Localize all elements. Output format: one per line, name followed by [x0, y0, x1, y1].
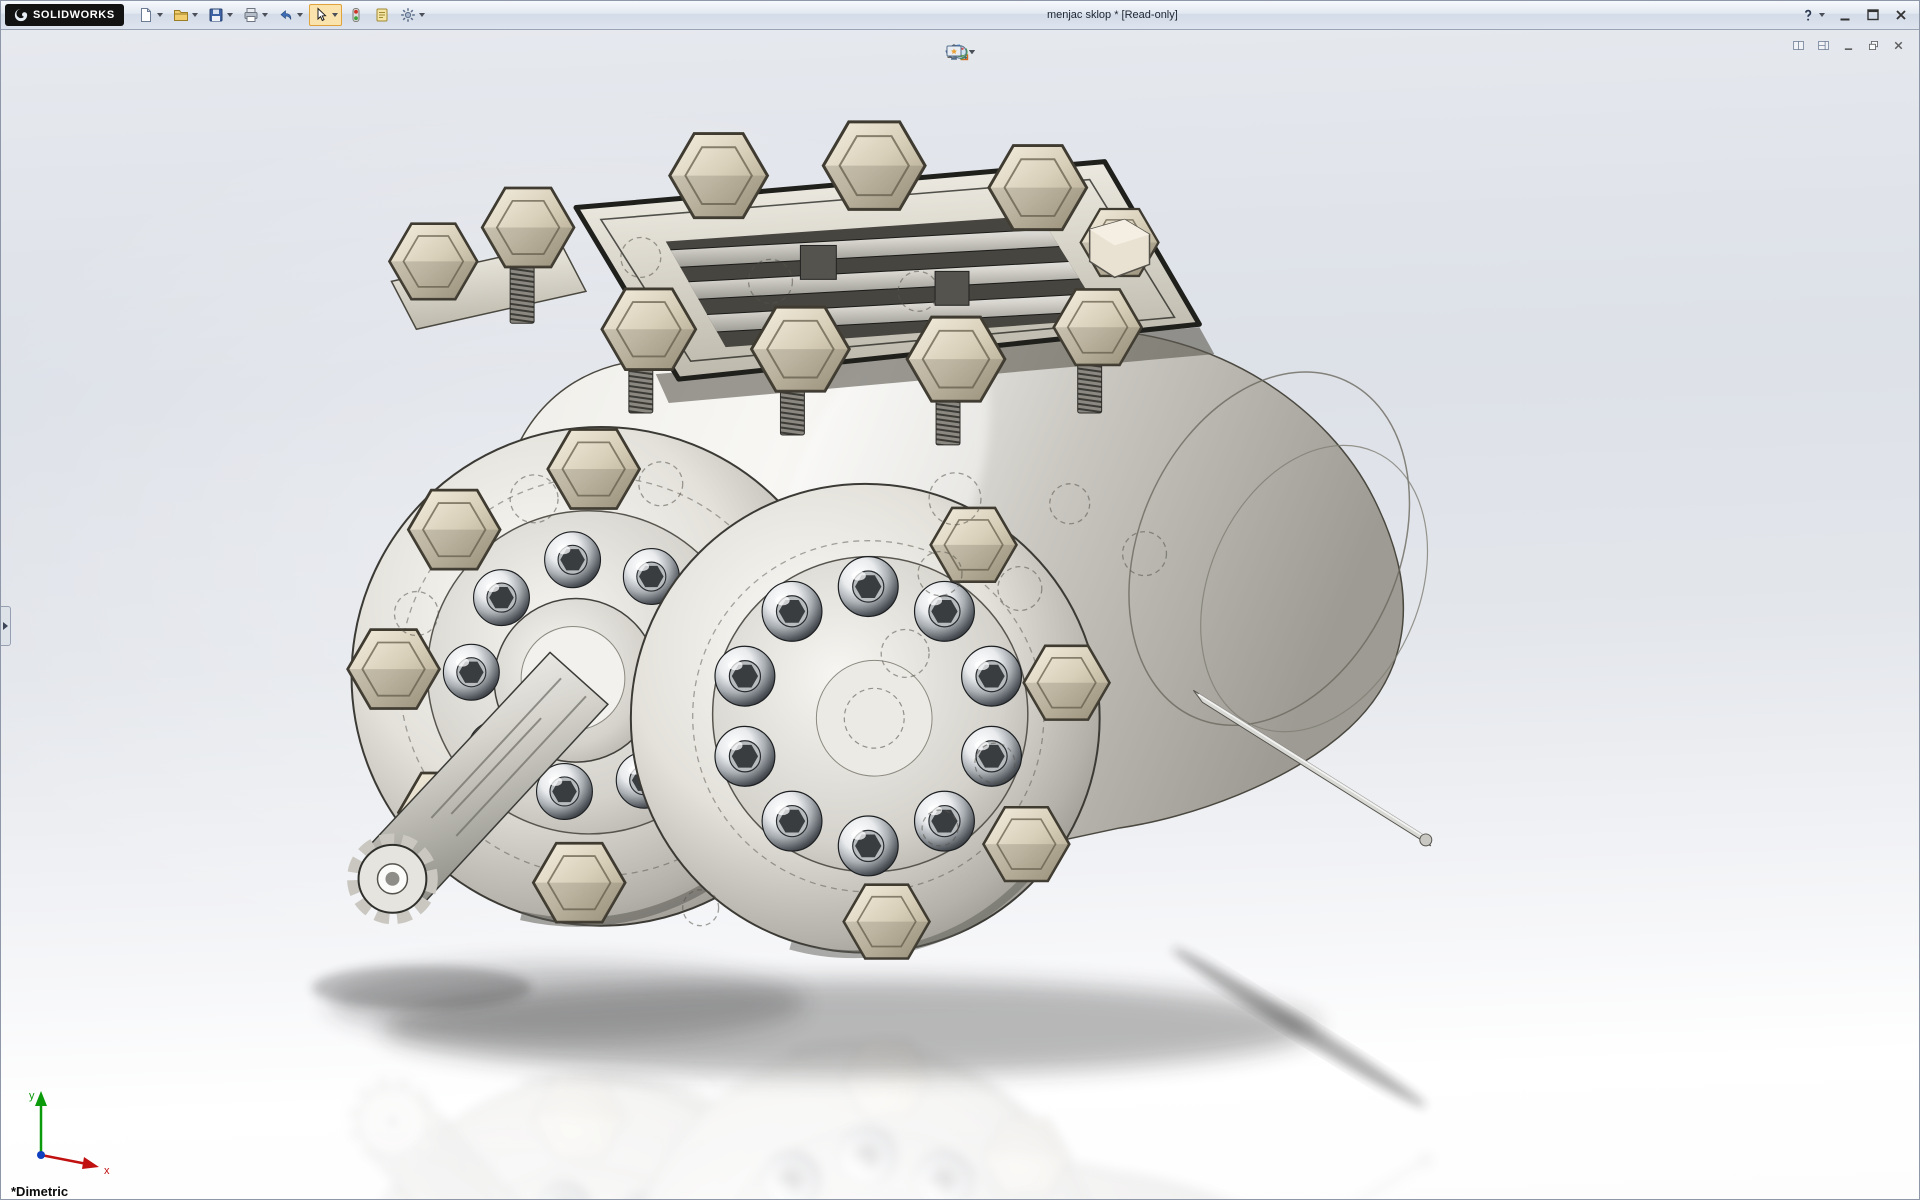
minimize-document-icon	[1842, 39, 1855, 52]
display-pane-button[interactable]	[1813, 36, 1834, 55]
view-settings-button[interactable]	[941, 40, 979, 64]
triad-x-arrowhead	[82, 1157, 99, 1169]
maximize-icon	[1865, 7, 1881, 23]
save-icon	[208, 7, 224, 23]
dropdown-arrow-icon[interactable]	[297, 13, 303, 17]
window-controls	[1796, 4, 1913, 26]
open-button[interactable]	[169, 4, 202, 26]
display-pane-icon	[1817, 39, 1830, 52]
3d-scene	[1, 30, 1919, 1199]
minimize-icon	[1837, 7, 1853, 23]
options-button[interactable]	[396, 4, 429, 26]
undo-icon	[278, 7, 294, 23]
solidworks-window: SOLIDWORKS menjac sklop * [Read-only]	[0, 0, 1920, 1200]
split-pane-icon	[1792, 39, 1805, 52]
triad-x-label: x	[104, 1165, 110, 1177]
dropdown-arrow-icon[interactable]	[262, 13, 268, 17]
graphics-area[interactable]: y x *Dimetric	[1, 30, 1919, 1199]
solidworks-logo-text: SOLIDWORKS	[33, 9, 115, 21]
title-bar: SOLIDWORKS menjac sklop * [Read-only]	[1, 1, 1919, 30]
undo-button[interactable]	[274, 4, 307, 26]
dropdown-arrow-icon[interactable]	[419, 13, 425, 17]
view-settings-icon	[945, 43, 963, 61]
rebuild-button[interactable]	[344, 4, 368, 26]
expand-arrow-icon	[3, 622, 8, 630]
options-icon	[400, 7, 416, 23]
featuremanager-collapsed-tab[interactable]	[1, 606, 11, 646]
restore-document-button[interactable]	[1863, 36, 1884, 55]
select-button[interactable]	[309, 4, 342, 26]
dassault-swirl-icon	[14, 8, 28, 22]
new-document-icon	[138, 7, 154, 23]
open-icon	[173, 7, 189, 23]
dropdown-arrow-icon[interactable]	[192, 13, 198, 17]
orientation-triad[interactable]: y x	[11, 1067, 121, 1177]
quick-access-toolbar	[134, 4, 429, 26]
dropdown-arrow-icon[interactable]	[1819, 13, 1825, 17]
floor-reflection	[348, 1042, 1471, 1199]
select-icon	[313, 7, 329, 23]
minimize-document-button[interactable]	[1838, 36, 1859, 55]
dropdown-arrow-icon[interactable]	[332, 13, 338, 17]
print-icon	[243, 7, 259, 23]
file-properties-icon	[374, 7, 390, 23]
view-orientation-label: *Dimetric	[11, 1184, 68, 1199]
new-document-button[interactable]	[134, 4, 167, 26]
triad-x-axis[interactable]	[41, 1155, 87, 1164]
help-icon	[1800, 7, 1816, 23]
maximize-button[interactable]	[1861, 4, 1885, 26]
split-pane-button[interactable]	[1788, 36, 1809, 55]
dropdown-arrow-icon[interactable]	[969, 50, 975, 54]
dropdown-arrow-icon[interactable]	[157, 13, 163, 17]
help-button[interactable]	[1796, 4, 1829, 26]
triad-y-arrowhead	[35, 1091, 47, 1106]
close-document-icon	[1892, 39, 1905, 52]
restore-document-icon	[1867, 39, 1880, 52]
window-title: menjac sklop * [Read-only]	[429, 9, 1796, 21]
rebuild-icon	[348, 7, 364, 23]
triad-y-label: y	[29, 1090, 35, 1102]
print-button[interactable]	[239, 4, 272, 26]
close-button[interactable]	[1889, 4, 1913, 26]
triad-z-axis[interactable]	[37, 1151, 45, 1159]
close-document-button[interactable]	[1888, 36, 1909, 55]
save-button[interactable]	[204, 4, 237, 26]
close-icon	[1893, 7, 1909, 23]
file-properties-button[interactable]	[370, 4, 394, 26]
dropdown-arrow-icon[interactable]	[227, 13, 233, 17]
gearbox-model[interactable]	[348, 122, 1471, 959]
minimize-button[interactable]	[1833, 4, 1857, 26]
solidworks-logo: SOLIDWORKS	[5, 4, 124, 26]
document-window-controls	[1788, 36, 1909, 55]
